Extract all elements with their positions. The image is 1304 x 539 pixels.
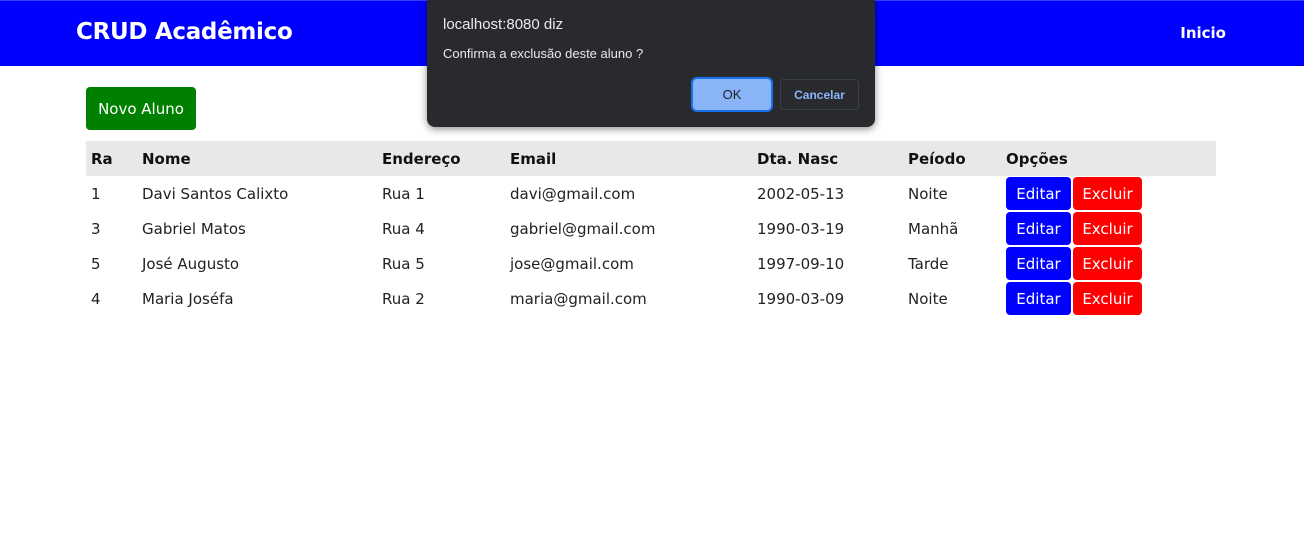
edit-button[interactable]: Editar (1006, 282, 1071, 315)
cell-endereco: Rua 1 (382, 184, 425, 203)
nav-link-inicio[interactable]: Inicio (1180, 24, 1226, 42)
header-nome: Nome (142, 149, 191, 168)
table-row: 5 José Augusto Rua 5 jose@gmail.com 1997… (86, 246, 1216, 281)
dialog-ok-button[interactable]: OK (693, 79, 771, 110)
cell-email: gabriel@gmail.com (510, 219, 656, 238)
table-row: 4 Maria Joséfa Rua 2 maria@gmail.com 199… (86, 281, 1216, 316)
cell-endereco: Rua 4 (382, 219, 425, 238)
delete-button[interactable]: Excluir (1073, 177, 1142, 210)
cell-opcoes: Editar Excluir (1001, 176, 1216, 211)
cell-email: jose@gmail.com (510, 254, 634, 273)
cell-periodo: Noite (908, 289, 948, 308)
cell-opcoes: Editar Excluir (1001, 281, 1216, 316)
cell-nome: Gabriel Matos (142, 219, 246, 238)
dialog-title: localhost:8080 diz (443, 16, 564, 33)
cell-ra: 3 (91, 219, 101, 238)
table-header-row: Ra Nome Endereço Email Dta. Nasc Peíodo … (86, 141, 1216, 176)
cell-dta-nasc: 2002-05-13 (757, 184, 845, 203)
cell-dta-nasc: 1990-03-09 (757, 289, 845, 308)
new-student-button[interactable]: Novo Aluno (86, 87, 196, 130)
header-email: Email (510, 149, 557, 168)
header-periodo: Peíodo (908, 149, 966, 168)
cell-email: maria@gmail.com (510, 289, 647, 308)
table-row: 3 Gabriel Matos Rua 4 gabriel@gmail.com … (86, 211, 1216, 246)
cell-dta-nasc: 1990-03-19 (757, 219, 845, 238)
delete-button[interactable]: Excluir (1073, 212, 1142, 245)
delete-button[interactable]: Excluir (1073, 247, 1142, 280)
cell-endereco: Rua 2 (382, 289, 425, 308)
brand-title[interactable]: CRUD Acadêmico (76, 19, 293, 45)
delete-button[interactable]: Excluir (1073, 282, 1142, 315)
cell-email: davi@gmail.com (510, 184, 636, 203)
header-dta-nasc: Dta. Nasc (757, 149, 839, 168)
cell-opcoes: Editar Excluir (1001, 211, 1216, 246)
cell-ra: 1 (91, 184, 101, 203)
cell-nome: Maria Joséfa (142, 289, 234, 308)
header-opcoes: Opções (1006, 149, 1068, 168)
cell-periodo: Noite (908, 184, 948, 203)
students-table: Ra Nome Endereço Email Dta. Nasc Peíodo … (86, 141, 1216, 316)
cell-periodo: Tarde (908, 254, 949, 273)
cell-nome: Davi Santos Calixto (142, 184, 289, 203)
dialog-message: Confirma a exclusão deste aluno ? (443, 46, 644, 61)
header-endereco: Endereço (382, 149, 461, 168)
edit-button[interactable]: Editar (1006, 212, 1071, 245)
cell-endereco: Rua 5 (382, 254, 425, 273)
header-ra: Ra (91, 149, 113, 168)
confirm-dialog: localhost:8080 diz Confirma a exclusão d… (427, 0, 875, 127)
cell-periodo: Manhã (908, 219, 959, 238)
cell-dta-nasc: 1997-09-10 (757, 254, 845, 273)
cell-nome: José Augusto (142, 254, 240, 273)
cell-opcoes: Editar Excluir (1001, 246, 1216, 281)
edit-button[interactable]: Editar (1006, 247, 1071, 280)
cell-ra: 5 (91, 254, 101, 273)
edit-button[interactable]: Editar (1006, 177, 1071, 210)
cell-ra: 4 (91, 289, 101, 308)
table-row: 1 Davi Santos Calixto Rua 1 davi@gmail.c… (86, 176, 1216, 211)
dialog-cancel-button[interactable]: Cancelar (780, 79, 859, 110)
